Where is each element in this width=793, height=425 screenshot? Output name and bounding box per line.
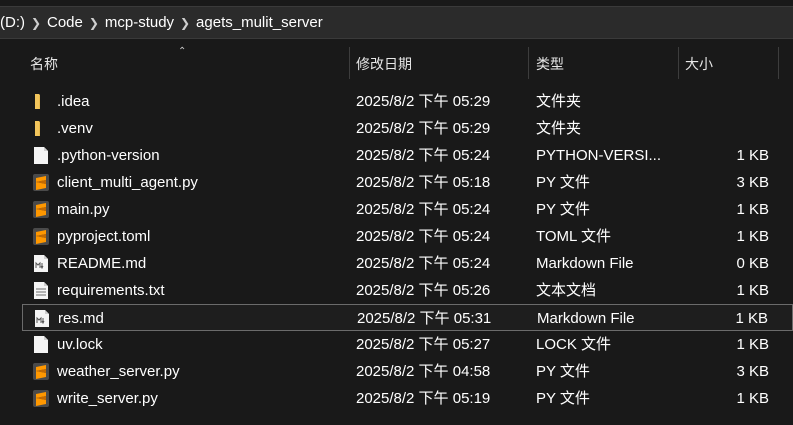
file-modified-date: 2025/8/2 下午 05:29 — [356, 120, 491, 137]
file-type: LOCK 文件 — [536, 336, 612, 353]
sublime-file-icon — [32, 362, 50, 381]
file-name: client_multi_agent.py — [57, 174, 198, 191]
file-row[interactable]: .python-version 2025/8/2 下午 05:24 PYTHON… — [22, 142, 793, 169]
file-type: PY 文件 — [536, 363, 590, 380]
file-type: Markdown File — [537, 310, 635, 327]
file-size: 1 KB — [736, 390, 769, 407]
breadcrumb-current-folder[interactable]: agets_mulit_server — [192, 14, 327, 31]
file-type: PYTHON-VERSI... — [536, 147, 662, 164]
file-size: 1 KB — [736, 282, 769, 299]
chevron-right-icon[interactable]: ❯ — [178, 16, 192, 30]
folder-icon — [32, 119, 50, 138]
breadcrumb-drive[interactable]: (D:) — [0, 14, 29, 31]
file-list: .idea 2025/8/2 下午 05:29 文件夹 .venv 2025/8… — [22, 88, 793, 412]
file-modified-date: 2025/8/2 下午 04:58 — [356, 363, 491, 380]
file-type: 文本文档 — [536, 282, 597, 299]
file-name: .idea — [57, 93, 90, 110]
column-divider[interactable] — [678, 47, 679, 79]
file-row[interactable]: requirements.txt 2025/8/2 下午 05:26 文本文档 … — [22, 277, 793, 304]
blank-file-icon — [32, 335, 50, 354]
breadcrumb[interactable]: (D:) ❯ Code ❯ mcp-study ❯ agets_mulit_se… — [0, 6, 793, 39]
file-name: .venv — [57, 120, 93, 137]
file-type: PY 文件 — [536, 390, 590, 407]
breadcrumb-mcp-study[interactable]: mcp-study — [101, 14, 178, 31]
sort-ascending-icon: ⌃ — [178, 46, 187, 57]
column-divider[interactable] — [349, 47, 350, 79]
file-row[interactable]: pyproject.toml 2025/8/2 下午 05:24 TOML 文件… — [22, 223, 793, 250]
sublime-file-icon — [32, 200, 50, 219]
file-size: 1 KB — [735, 310, 768, 327]
file-name: .python-version — [57, 147, 160, 164]
column-header-row: ⌃ 名称 修改日期 类型 大小 — [22, 47, 793, 79]
column-divider[interactable] — [528, 47, 529, 79]
text-file-icon — [32, 281, 50, 300]
file-modified-date: 2025/8/2 下午 05:26 — [356, 282, 491, 299]
file-name: res.md — [58, 310, 104, 327]
column-header-size[interactable]: 大小 — [685, 47, 713, 79]
file-modified-date: 2025/8/2 下午 05:24 — [356, 201, 491, 218]
file-size: 1 KB — [736, 228, 769, 245]
chevron-right-icon[interactable]: ❯ — [87, 16, 101, 30]
chevron-right-icon[interactable]: ❯ — [29, 16, 43, 30]
markdown-file-icon — [33, 309, 51, 328]
file-type: 文件夹 — [536, 93, 582, 110]
sublime-file-icon — [32, 389, 50, 408]
file-name: uv.lock — [57, 336, 103, 353]
file-size: 3 KB — [736, 363, 769, 380]
file-size: 1 KB — [736, 201, 769, 218]
file-modified-date: 2025/8/2 下午 05:27 — [356, 336, 491, 353]
breadcrumb-code[interactable]: Code — [43, 14, 87, 31]
file-name: requirements.txt — [57, 282, 165, 299]
folder-icon — [32, 92, 50, 111]
markdown-file-icon — [32, 254, 50, 273]
file-modified-date: 2025/8/2 下午 05:18 — [356, 174, 491, 191]
file-size: 1 KB — [736, 147, 769, 164]
file-type: Markdown File — [536, 255, 634, 272]
column-divider[interactable] — [778, 47, 779, 79]
file-row[interactable]: client_multi_agent.py 2025/8/2 下午 05:18 … — [22, 169, 793, 196]
file-name: main.py — [57, 201, 110, 218]
file-modified-date: 2025/8/2 下午 05:31 — [357, 310, 492, 327]
file-row[interactable]: write_server.py 2025/8/2 下午 05:19 PY 文件 … — [22, 385, 793, 412]
file-modified-date: 2025/8/2 下午 05:29 — [356, 93, 491, 110]
file-name: pyproject.toml — [57, 228, 151, 245]
sublime-file-icon — [32, 173, 50, 192]
file-name: weather_server.py — [57, 363, 180, 380]
column-header-name[interactable]: 名称 — [30, 47, 58, 79]
blank-file-icon — [32, 146, 50, 165]
file-modified-date: 2025/8/2 下午 05:24 — [356, 255, 491, 272]
file-row[interactable]: res.md 2025/8/2 下午 05:31 Markdown File 1… — [22, 304, 793, 331]
file-modified-date: 2025/8/2 下午 05:24 — [356, 147, 491, 164]
address-bar: (D:) ❯ Code ❯ mcp-study ❯ agets_mulit_se… — [0, 0, 793, 45]
column-header-type[interactable]: 类型 — [536, 47, 564, 79]
file-type: PY 文件 — [536, 201, 590, 218]
file-type: 文件夹 — [536, 120, 582, 137]
sublime-file-icon — [32, 227, 50, 246]
file-modified-date: 2025/8/2 下午 05:24 — [356, 228, 491, 245]
file-size: 0 KB — [736, 255, 769, 272]
file-row[interactable]: .idea 2025/8/2 下午 05:29 文件夹 — [22, 88, 793, 115]
file-row[interactable]: uv.lock 2025/8/2 下午 05:27 LOCK 文件 1 KB — [22, 331, 793, 358]
file-name: README.md — [57, 255, 147, 272]
file-row[interactable]: main.py 2025/8/2 下午 05:24 PY 文件 1 KB — [22, 196, 793, 223]
column-header-date[interactable]: 修改日期 — [356, 47, 412, 79]
file-size: 1 KB — [736, 336, 769, 353]
file-size: 3 KB — [736, 174, 769, 191]
file-row[interactable]: weather_server.py 2025/8/2 下午 04:58 PY 文… — [22, 358, 793, 385]
file-type: TOML 文件 — [536, 228, 612, 245]
file-type: PY 文件 — [536, 174, 590, 191]
file-row[interactable]: README.md 2025/8/2 下午 05:24 Markdown Fil… — [22, 250, 793, 277]
file-modified-date: 2025/8/2 下午 05:19 — [356, 390, 491, 407]
file-name: write_server.py — [57, 390, 158, 407]
file-row[interactable]: .venv 2025/8/2 下午 05:29 文件夹 — [22, 115, 793, 142]
